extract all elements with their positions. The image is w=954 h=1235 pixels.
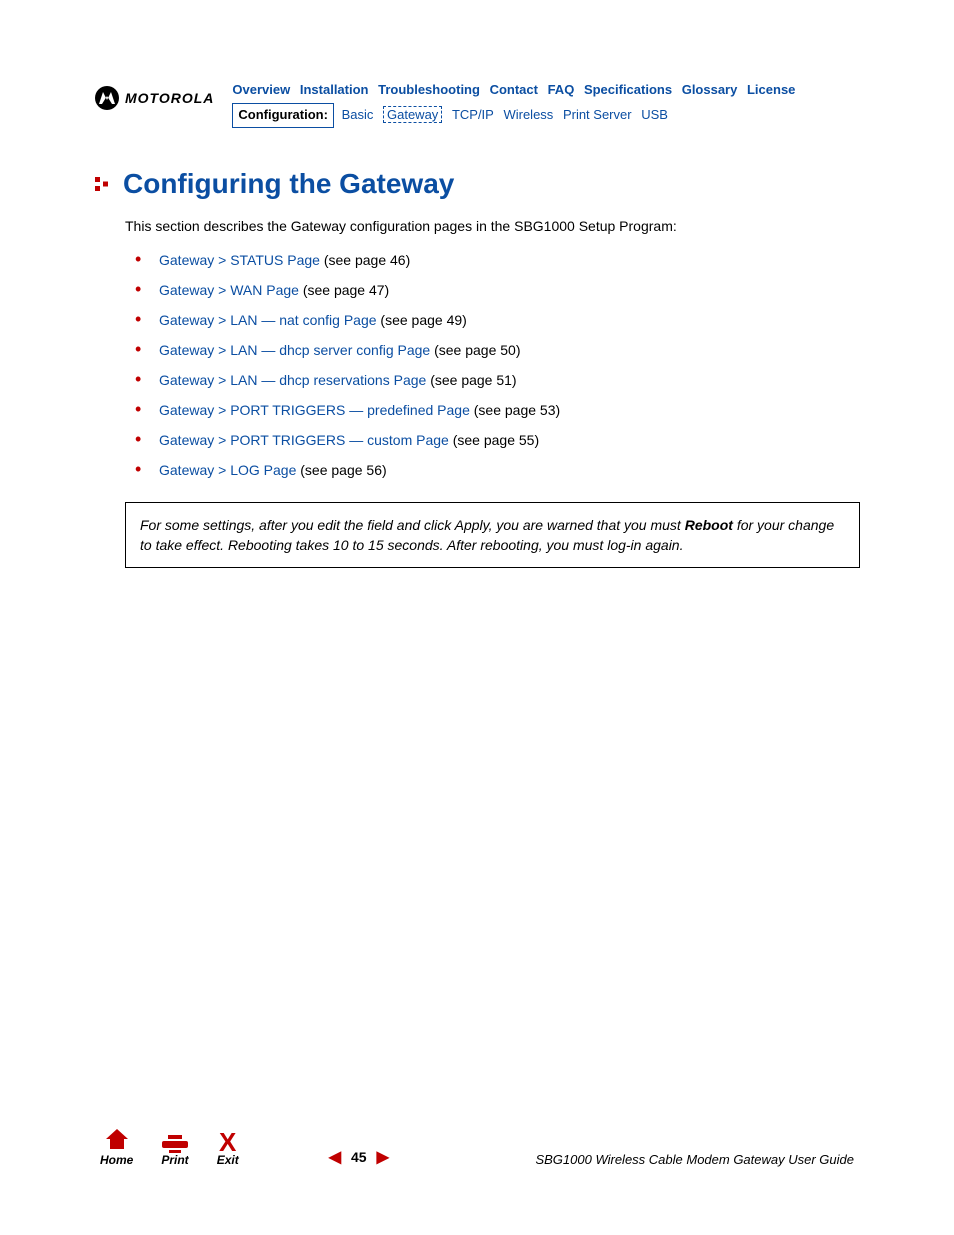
prev-page-button[interactable]: ◀ <box>329 1147 341 1167</box>
page-navigation: ◀ 45 ▶ <box>329 1147 389 1167</box>
print-label: Print <box>161 1153 188 1167</box>
toc-list: Gateway > STATUS Page (see page 46) Gate… <box>135 252 859 478</box>
nav-configuration-label: Configuration: <box>232 103 334 128</box>
page-ref: (see page 56) <box>296 462 386 478</box>
link-log[interactable]: Gateway > LOG Page <box>159 462 296 478</box>
link-port-predef[interactable]: Gateway > PORT TRIGGERS — predefined Pag… <box>159 402 470 418</box>
exit-label: Exit <box>217 1153 239 1167</box>
subnav-wireless[interactable]: Wireless <box>503 107 553 122</box>
subnav-tcpip[interactable]: TCP/IP <box>452 107 494 122</box>
exit-icon: X <box>219 1131 236 1153</box>
page-ref: (see page 53) <box>470 402 560 418</box>
list-item: Gateway > LAN — dhcp reservations Page (… <box>135 372 859 388</box>
page-number: 45 <box>351 1149 367 1165</box>
list-item: Gateway > PORT TRIGGERS — custom Page (s… <box>135 432 859 448</box>
subnav-basic[interactable]: Basic <box>342 107 374 122</box>
home-button[interactable]: Home <box>100 1129 133 1167</box>
page-ref: (see page 50) <box>430 342 520 358</box>
link-lan-dhcp-server[interactable]: Gateway > LAN — dhcp server config Page <box>159 342 430 358</box>
link-port-custom[interactable]: Gateway > PORT TRIGGERS — custom Page <box>159 432 449 448</box>
note-bold: Reboot <box>685 517 733 533</box>
brand-logo: MOTOROLA <box>95 86 214 110</box>
intro-text: This section describes the Gateway confi… <box>125 218 859 234</box>
page-ref: (see page 49) <box>377 312 467 328</box>
section-bullet-icon <box>95 177 109 191</box>
list-item: Gateway > WAN Page (see page 47) <box>135 282 859 298</box>
nav-troubleshooting[interactable]: Troubleshooting <box>378 82 480 97</box>
list-item: Gateway > LOG Page (see page 56) <box>135 462 859 478</box>
top-nav: Overview Installation Troubleshooting Co… <box>232 80 801 128</box>
nav-contact[interactable]: Contact <box>490 82 538 97</box>
nav-specifications[interactable]: Specifications <box>584 82 672 97</box>
list-item: Gateway > LAN — nat config Page (see pag… <box>135 312 859 328</box>
subnav-printserver[interactable]: Print Server <box>563 107 632 122</box>
nav-faq[interactable]: FAQ <box>548 82 575 97</box>
page-footer: Home Print X Exit ◀ 45 ▶ SBG1000 Wireles… <box>0 1129 954 1167</box>
link-wan[interactable]: Gateway > WAN Page <box>159 282 299 298</box>
nav-glossary[interactable]: Glossary <box>682 82 738 97</box>
list-item: Gateway > STATUS Page (see page 46) <box>135 252 859 268</box>
print-button[interactable]: Print <box>161 1135 188 1167</box>
page-ref: (see page 55) <box>449 432 539 448</box>
document-title: SBG1000 Wireless Cable Modem Gateway Use… <box>535 1152 854 1167</box>
printer-icon <box>162 1135 188 1153</box>
link-lan-nat[interactable]: Gateway > LAN — nat config Page <box>159 312 377 328</box>
link-lan-dhcp-res[interactable]: Gateway > LAN — dhcp reservations Page <box>159 372 426 388</box>
nav-overview[interactable]: Overview <box>232 82 290 97</box>
list-item: Gateway > PORT TRIGGERS — predefined Pag… <box>135 402 859 418</box>
list-item: Gateway > LAN — dhcp server config Page … <box>135 342 859 358</box>
link-status[interactable]: Gateway > STATUS Page <box>159 252 320 268</box>
next-page-button[interactable]: ▶ <box>377 1147 389 1167</box>
page-ref: (see page 46) <box>320 252 410 268</box>
home-icon <box>106 1129 128 1153</box>
page-title: Configuring the Gateway <box>123 168 454 200</box>
page-ref: (see page 51) <box>426 372 516 388</box>
exit-button[interactable]: X Exit <box>217 1131 239 1167</box>
reboot-note: For some settings, after you edit the fi… <box>125 502 860 569</box>
nav-installation[interactable]: Installation <box>300 82 369 97</box>
note-pre: For some settings, after you edit the fi… <box>140 517 685 533</box>
nav-license[interactable]: License <box>747 82 795 97</box>
subnav-usb[interactable]: USB <box>641 107 668 122</box>
home-label: Home <box>100 1153 133 1167</box>
motorola-batwing-icon <box>95 86 119 110</box>
subnav-gateway[interactable]: Gateway <box>383 106 442 123</box>
page-ref: (see page 47) <box>299 282 389 298</box>
brand-name: MOTOROLA <box>125 90 214 106</box>
